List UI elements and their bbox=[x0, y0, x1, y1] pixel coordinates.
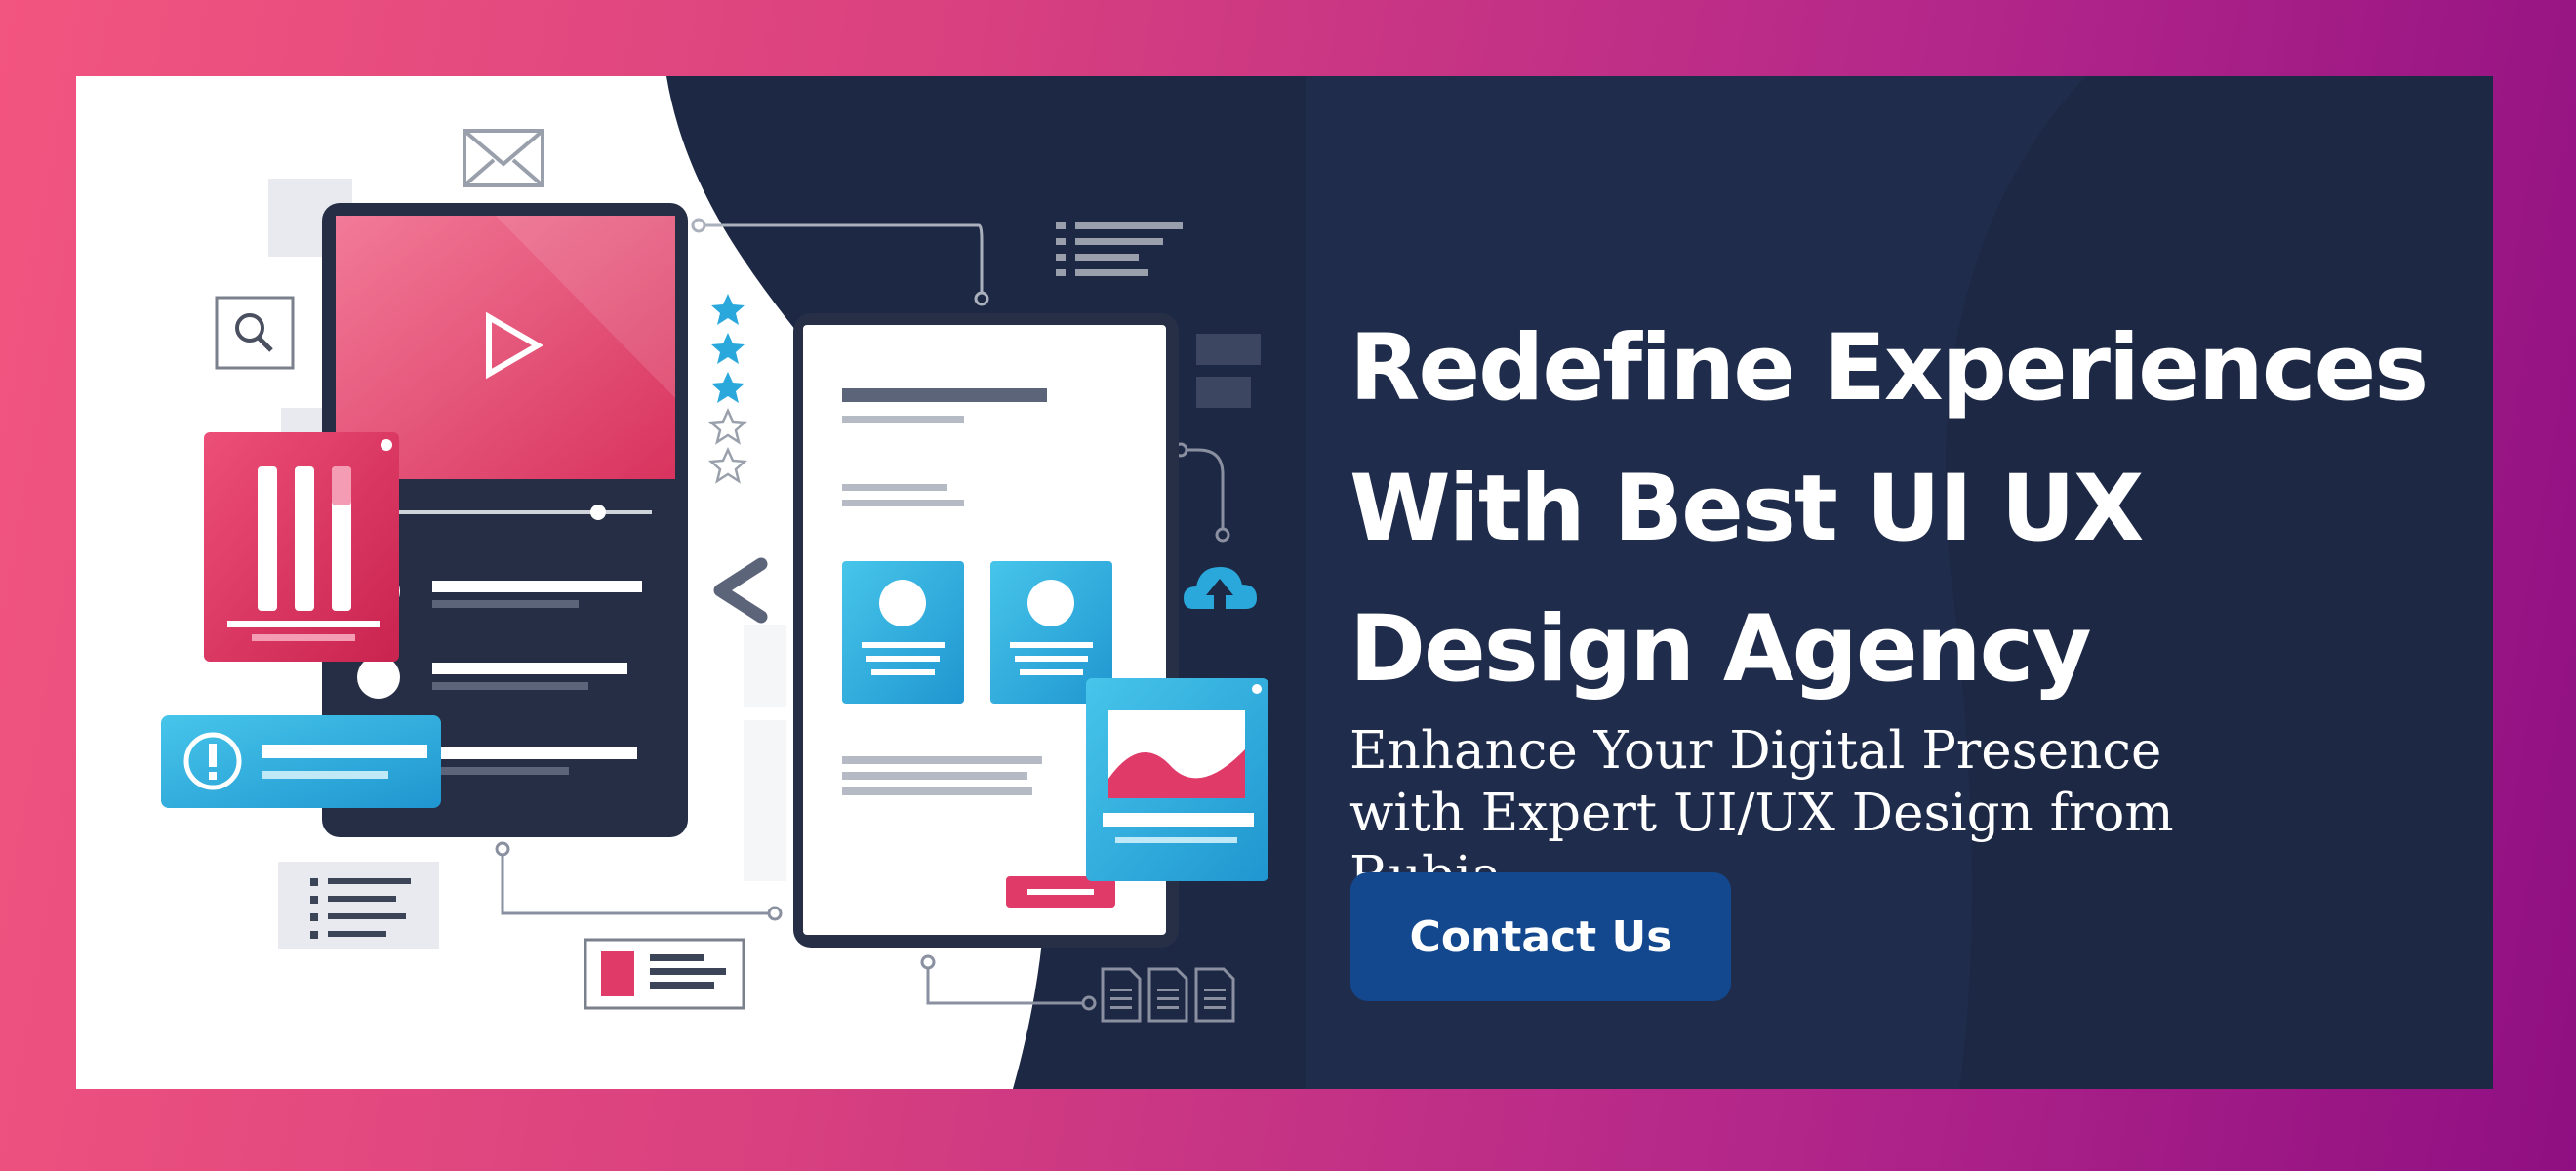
envelope-icon bbox=[463, 129, 544, 187]
bar-chart-card bbox=[204, 432, 399, 662]
profile-card bbox=[842, 561, 964, 704]
video-progress-thumb bbox=[590, 505, 606, 520]
list-card bbox=[278, 862, 439, 949]
media-card bbox=[584, 938, 745, 1010]
chart-card bbox=[1086, 678, 1268, 881]
contact-us-button[interactable]: Contact Us bbox=[1350, 872, 1731, 1001]
alert-card bbox=[161, 715, 441, 808]
search-icon bbox=[215, 296, 295, 370]
hero-banner: Redefine Experiences With Best UI UX Des… bbox=[76, 76, 2493, 1089]
hero-headline: Redefine Experiences With Best UI UX Des… bbox=[1349, 315, 2429, 703]
